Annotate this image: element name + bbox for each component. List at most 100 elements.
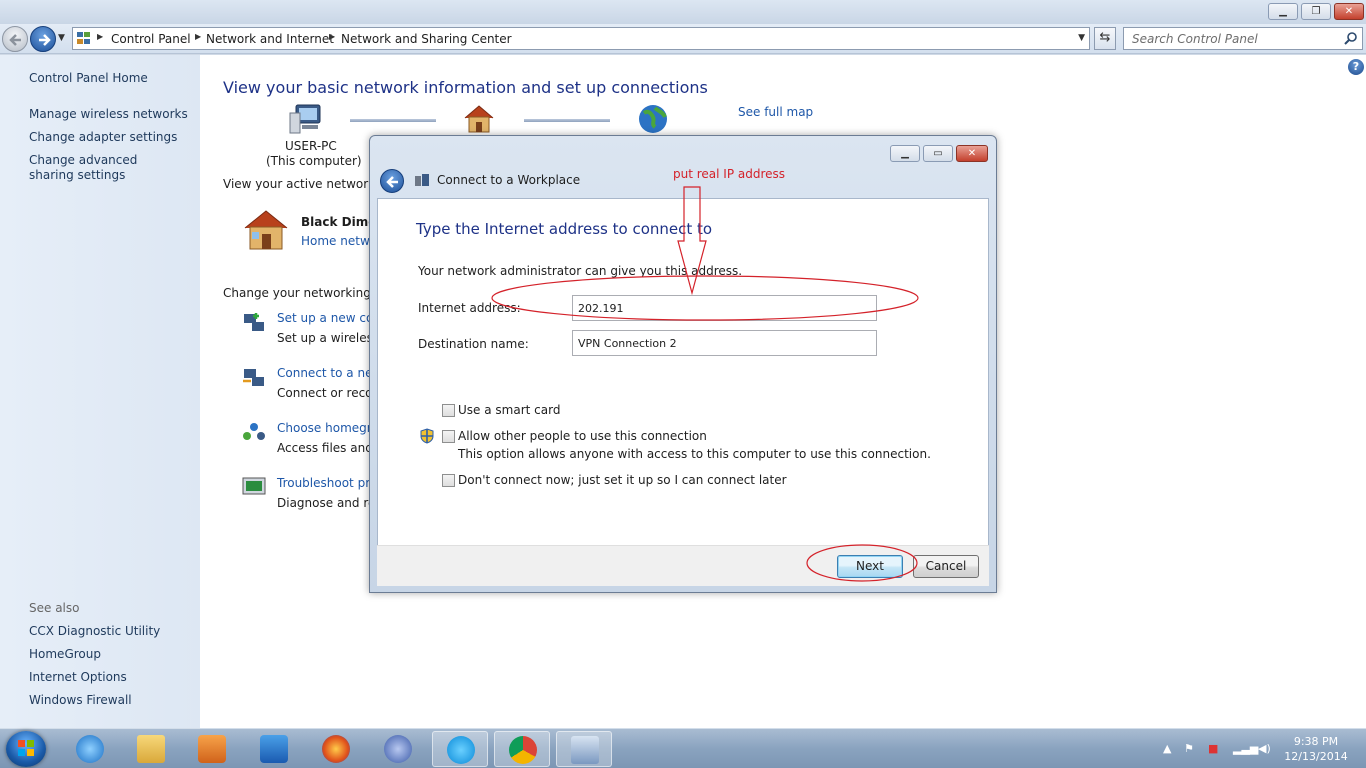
dialog-close-button[interactable]: ✕ — [956, 145, 988, 162]
smart-card-checkbox[interactable] — [442, 404, 455, 417]
recent-pages-dropdown[interactable]: ▼ — [58, 33, 65, 43]
antivirus-icon[interactable]: ■ — [1208, 742, 1218, 755]
refresh-button[interactable]: ⇆ — [1094, 27, 1116, 50]
address-bar[interactable]: ▶ Control Panel ▶ Network and Internet ▶… — [72, 27, 1090, 50]
see-also-windows-firewall-link[interactable]: Windows Firewall — [29, 693, 132, 708]
help-button[interactable]: ? — [1348, 59, 1364, 75]
internet-explorer-icon — [76, 735, 104, 763]
refresh-icon: ⇆ — [1099, 30, 1111, 45]
breadcrumb-separator-icon[interactable]: ▶ — [195, 32, 201, 41]
breadcrumb-network-sharing[interactable]: Network and Sharing Center — [341, 32, 512, 46]
skype-icon — [447, 736, 475, 764]
tray-clock[interactable]: 9:38 PM 12/13/2014 — [1280, 734, 1352, 764]
breadcrumb-separator-icon[interactable]: ▶ — [329, 32, 335, 41]
computer-icon — [289, 104, 321, 134]
back-arrow-icon — [386, 176, 398, 188]
taskbar-control-panel[interactable] — [556, 731, 612, 767]
taskbar: ▲ ⚑ ■ ▂▃▅ ◀) 9:38 PM 12/13/2014 — [0, 728, 1366, 768]
task-setup-connection-desc: Set up a wireless, — [277, 331, 383, 345]
new-connection-icon — [244, 313, 264, 331]
folder-icon — [137, 735, 165, 763]
minimize-icon: ▁ — [1279, 6, 1287, 17]
taskbar-thunderbird[interactable] — [370, 731, 426, 767]
change-settings-label: Change your networking se — [223, 286, 389, 300]
breadcrumb-control-panel[interactable]: Control Panel — [111, 32, 191, 46]
firefox-icon — [322, 735, 350, 763]
map-connector — [524, 119, 610, 122]
network-signal-icon[interactable]: ▂▃▅ — [1233, 742, 1258, 755]
search-icon[interactable] — [1344, 31, 1358, 45]
volume-icon[interactable]: ◀) — [1258, 742, 1271, 755]
maxthon-icon — [260, 735, 288, 763]
task-connect-network-desc: Connect or recon — [277, 386, 381, 400]
breadcrumb-separator-icon[interactable]: ▶ — [97, 32, 103, 41]
task-homegroup-link[interactable]: Choose homegro — [277, 421, 379, 435]
breadcrumb-network-internet[interactable]: Network and Internet — [206, 32, 334, 46]
dialog-maximize-button[interactable]: ▭ — [923, 145, 953, 162]
task-troubleshoot-link[interactable]: Troubleshoot pro — [277, 476, 377, 490]
control-panel-icon — [77, 32, 91, 45]
taskbar-maxthon[interactable] — [246, 731, 302, 767]
dont-connect-checkbox[interactable] — [442, 474, 455, 487]
window-titlebar: ▁ ❐ ✕ — [0, 0, 1366, 24]
clock-date: 12/13/2014 — [1284, 750, 1348, 763]
taskbar-chrome[interactable] — [494, 731, 550, 767]
annotation-text: put real IP address — [673, 167, 786, 181]
change-adapter-settings-link[interactable]: Change adapter settings — [29, 130, 177, 145]
search-placeholder: Search Control Panel — [1132, 32, 1258, 46]
computer-name: USER-PC — [285, 139, 337, 153]
computer-subtitle: (This computer) — [266, 154, 362, 168]
restore-button[interactable]: ❐ — [1301, 3, 1331, 20]
see-also-ccx-link[interactable]: CCX Diagnostic Utility — [29, 624, 160, 639]
action-center-flag-icon[interactable]: ⚑ — [1184, 742, 1194, 755]
close-icon: ✕ — [1344, 6, 1354, 17]
cancel-button[interactable]: Cancel — [913, 555, 979, 578]
thunderbird-icon — [384, 735, 412, 763]
back-arrow-icon — [9, 34, 21, 46]
taskbar-file-explorer[interactable] — [123, 731, 179, 767]
maximize-icon: ▭ — [933, 148, 943, 159]
start-button[interactable] — [6, 731, 46, 767]
forward-button[interactable] — [30, 26, 56, 52]
clock-time: 9:38 PM — [1293, 735, 1339, 748]
taskbar-firefox[interactable] — [308, 731, 364, 767]
back-button[interactable] — [2, 26, 28, 52]
task-troubleshoot-desc: Diagnose and rep — [277, 496, 384, 510]
navigation-bar: ▼ ▶ Control Panel ▶ Network and Internet… — [0, 24, 1366, 54]
left-navigation-pane: Control Panel Home Manage wireless netwo… — [0, 55, 200, 728]
dialog-minimize-button[interactable]: ▁ — [890, 145, 920, 162]
dialog-back-button[interactable] — [380, 169, 404, 193]
control-panel-icon — [571, 736, 599, 764]
map-connector — [350, 119, 436, 122]
restore-icon: ❐ — [1311, 6, 1321, 17]
allow-others-checkbox[interactable] — [442, 430, 455, 443]
windows-logo-icon — [18, 740, 34, 756]
change-advanced-sharing-link[interactable]: Change advanced sharing settings — [29, 153, 179, 183]
uac-shield-icon — [420, 428, 434, 444]
see-full-map-link[interactable]: See full map — [738, 105, 813, 119]
minimize-icon: ▁ — [901, 148, 909, 159]
chrome-icon — [509, 736, 537, 764]
homegroup-icon — [243, 423, 265, 440]
annotation-arrow-icon — [677, 186, 707, 296]
annotation-ellipse-next — [806, 544, 918, 582]
taskbar-internet-explorer[interactable] — [62, 731, 118, 767]
address-dropdown-icon[interactable]: ▼ — [1078, 33, 1085, 43]
taskbar-media-player[interactable] — [184, 731, 240, 767]
internet-globe-icon — [639, 105, 667, 133]
see-also-homegroup-link[interactable]: HomeGroup — [29, 647, 101, 662]
see-also-internet-options-link[interactable]: Internet Options — [29, 670, 127, 685]
search-box[interactable]: Search Control Panel — [1123, 27, 1363, 50]
control-panel-home-link[interactable]: Control Panel Home — [29, 71, 148, 86]
active-networks-label: View your active networks — [223, 177, 382, 191]
manage-wireless-networks-link[interactable]: Manage wireless networks — [29, 107, 188, 122]
show-hidden-icons[interactable]: ▲ — [1163, 742, 1171, 755]
troubleshoot-icon — [242, 477, 266, 495]
minimize-button[interactable]: ▁ — [1268, 3, 1298, 20]
taskbar-skype[interactable] — [432, 731, 488, 767]
home-network-icon — [464, 105, 494, 133]
network-type-link[interactable]: Home netwo — [301, 234, 377, 248]
close-button[interactable]: ✕ — [1334, 3, 1364, 20]
see-also-heading: See also — [29, 601, 80, 615]
page-title: View your basic network information and … — [223, 78, 708, 97]
